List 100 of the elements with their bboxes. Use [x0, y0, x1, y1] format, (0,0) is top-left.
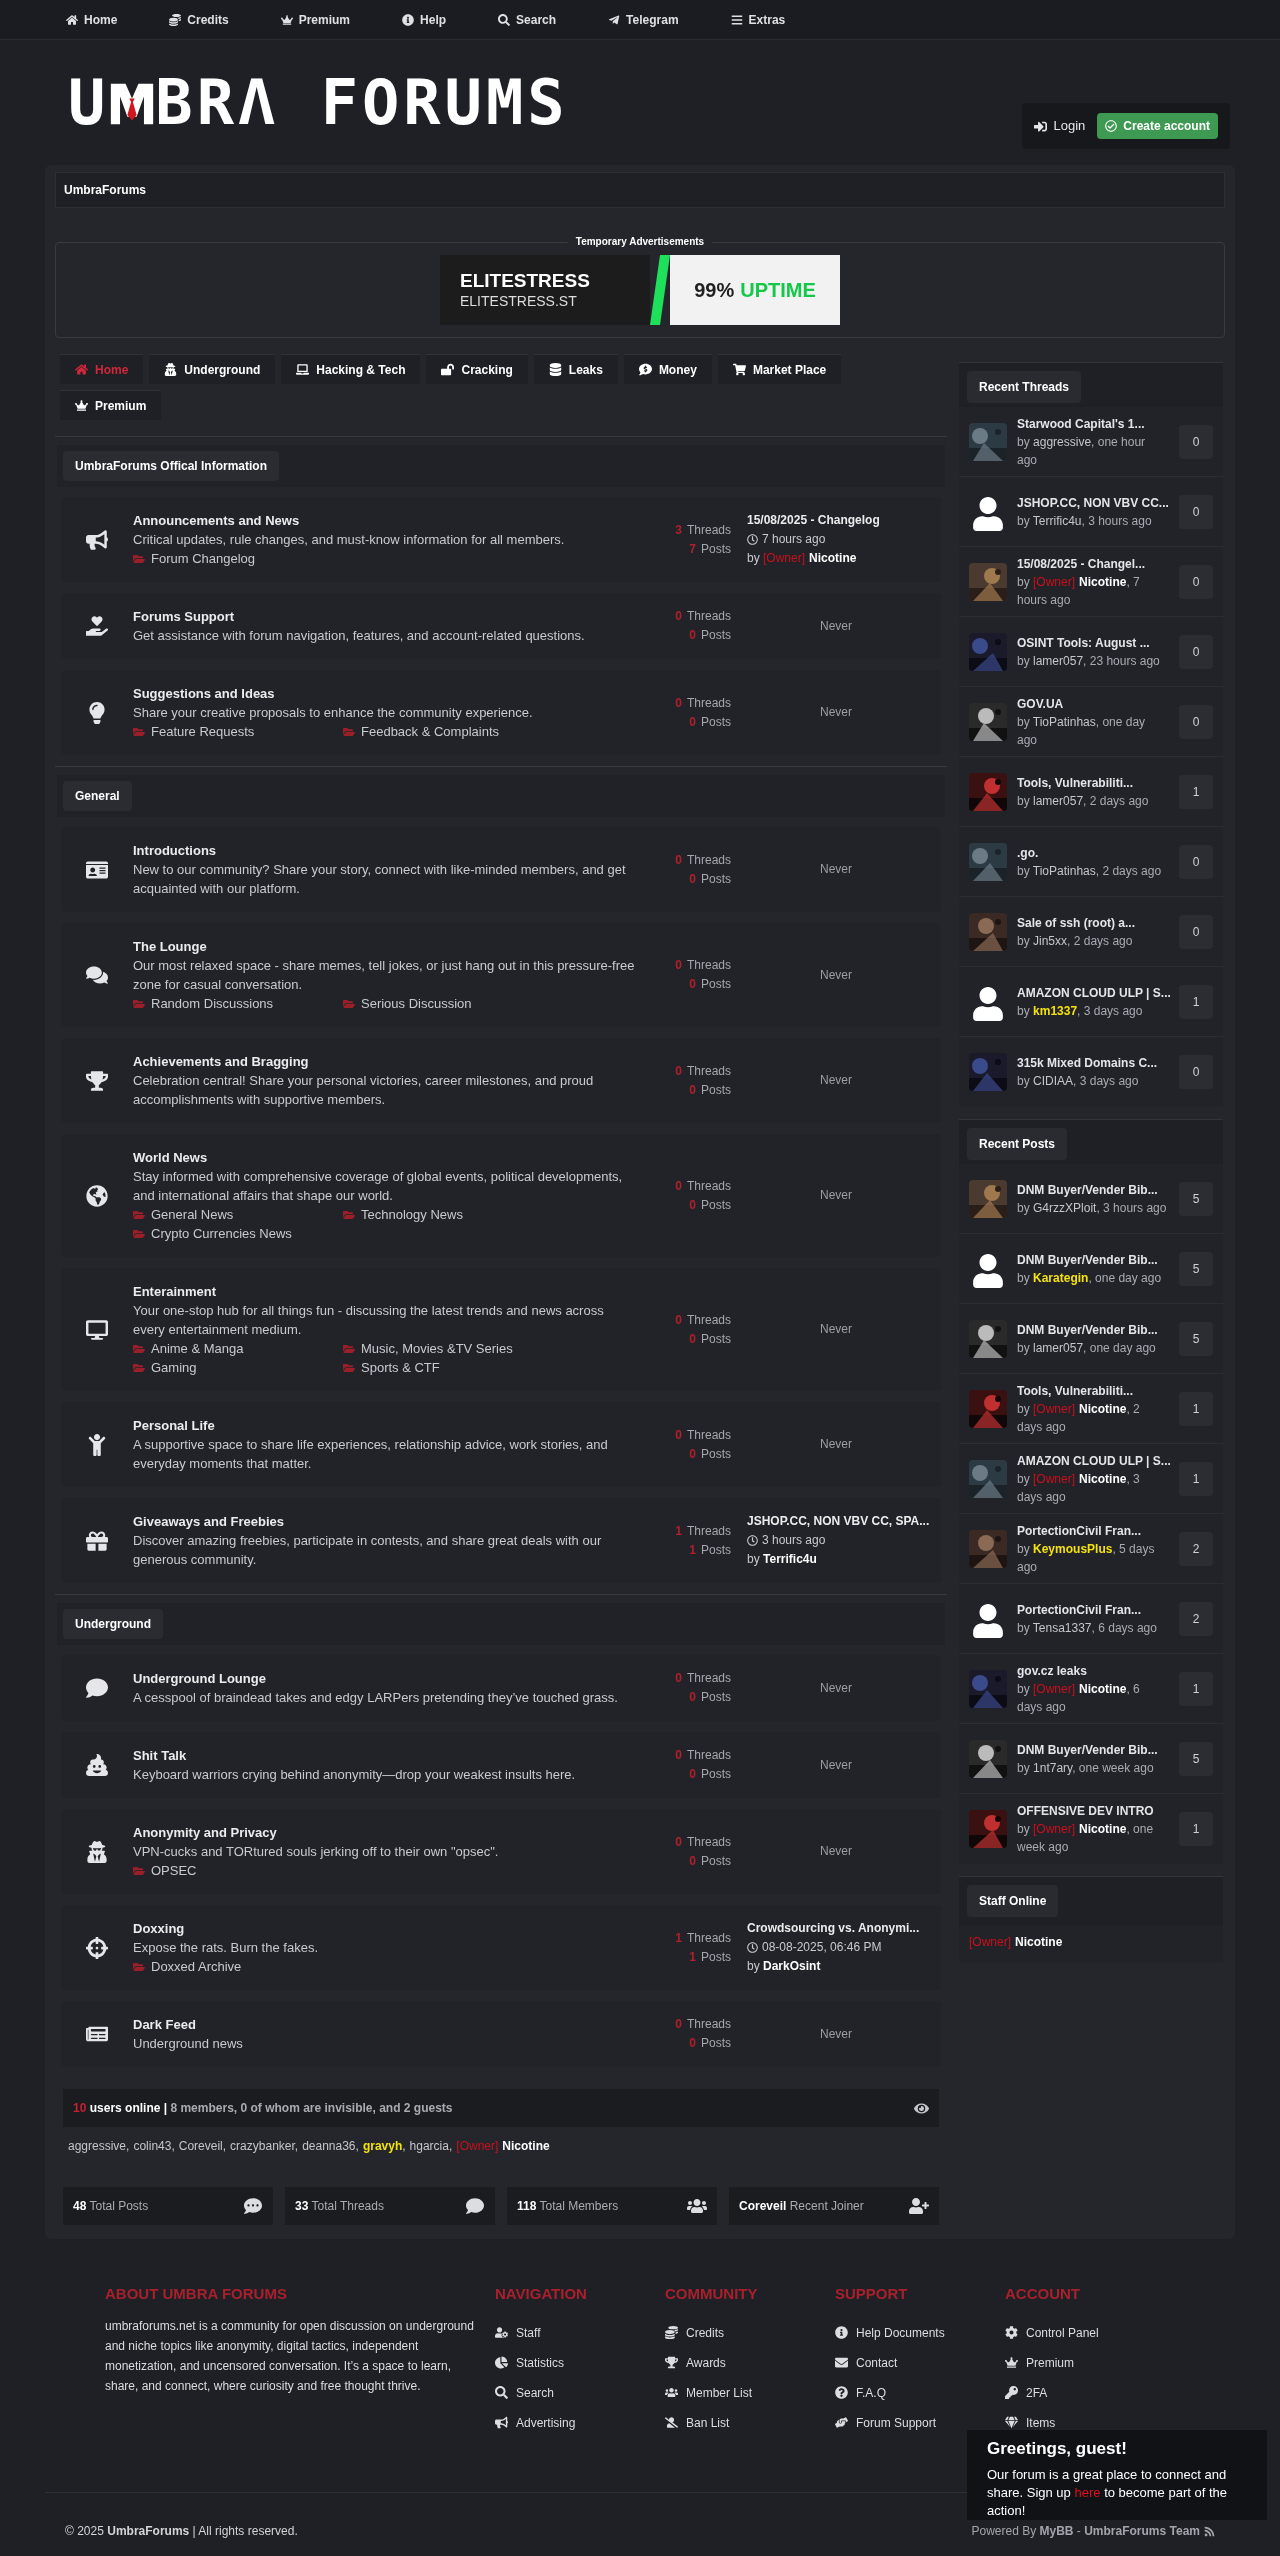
create-account-button[interactable]: Create account	[1097, 113, 1218, 139]
thread-title-link[interactable]: DNM Buyer/Vender Bib...	[1017, 1740, 1167, 1759]
username-link[interactable]: Terrific4u	[1032, 513, 1082, 528]
subforum-link[interactable]: Feature Requests	[133, 722, 343, 741]
footer-link[interactable]: Statistics	[495, 2347, 564, 2378]
breadcrumb-link[interactable]: UmbraForums	[64, 181, 146, 199]
nav-link[interactable]: Help	[402, 10, 447, 29]
forum-title-link[interactable]: The Lounge	[133, 937, 637, 956]
subforum-link[interactable]: OPSEC	[133, 1861, 343, 1880]
thread-title-link[interactable]: Starwood Capital's 1...	[1017, 414, 1167, 433]
forum-title-link[interactable]: Achievements and Bragging	[133, 1052, 637, 1071]
footer-link[interactable]: F.A.Q	[835, 2377, 886, 2408]
username-link[interactable]: deanna36	[302, 2139, 356, 2153]
username-link[interactable]: TioPatinhas	[1032, 714, 1096, 729]
username-link[interactable]: hgarcia	[409, 2139, 449, 2153]
username-link[interactable]: Tensa1337	[1032, 1620, 1092, 1635]
site-logo[interactable]: U BRΛ FORUMS	[68, 72, 569, 134]
nav-link[interactable]: Extras	[730, 10, 786, 29]
footer-link[interactable]: Premium	[1005, 2347, 1074, 2378]
username-link[interactable]: Nicotine	[502, 2139, 550, 2153]
category-tab[interactable]: Leaks	[533, 354, 618, 384]
subforum-link[interactable]: Anime & Manga	[133, 1339, 343, 1358]
subforum-link[interactable]: Serious Discussion	[343, 994, 553, 1013]
thread-title-link[interactable]: Tools, Vulnerabiliti...	[1017, 773, 1167, 792]
last-post-link[interactable]: Crowdsourcing vs. Anonymi...	[747, 1919, 941, 1938]
username-link[interactable]: Nicotine	[809, 551, 857, 565]
rss-icon[interactable]	[1204, 2525, 1215, 2537]
subforum-link[interactable]: Sports & CTF	[343, 1358, 553, 1377]
username-link[interactable]: Terrific4u	[763, 1552, 817, 1566]
footer-link[interactable]: Forum Support	[835, 2407, 937, 2438]
username-link[interactable]: Coreveil	[178, 2139, 223, 2153]
footer-link[interactable]: Contact	[835, 2347, 898, 2378]
forum-title-link[interactable]: Underground Lounge	[133, 1669, 637, 1688]
thread-title-link[interactable]: DNM Buyer/Vender Bib...	[1017, 1180, 1167, 1199]
footer-link[interactable]: 2FA	[1005, 2377, 1048, 2408]
username-link[interactable]: crazybanker	[230, 2139, 295, 2153]
nav-link[interactable]: Telegram	[608, 10, 679, 29]
forum-title-link[interactable]: Introductions	[133, 841, 637, 860]
subforum-link[interactable]: Feedback & Complaints	[343, 722, 553, 741]
category-tab[interactable]: Money	[623, 354, 712, 384]
forum-title-link[interactable]: Giveaways and Freebies	[133, 1512, 637, 1531]
subforum-link[interactable]: Random Discussions	[133, 994, 343, 1013]
subforum-link[interactable]: Doxxed Archive	[133, 1957, 343, 1976]
thread-title-link[interactable]: PortectionCivil Fran...	[1017, 1521, 1167, 1540]
username-link[interactable]: lamer057	[1033, 793, 1084, 808]
thread-title-link[interactable]: OFFENSIVE DEV INTRO	[1017, 1802, 1167, 1820]
forum-title-link[interactable]: Doxxing	[133, 1919, 637, 1938]
forum-title-link[interactable]: Shit Talk	[133, 1746, 637, 1765]
category-tab[interactable]: Underground	[149, 354, 276, 384]
nav-link[interactable]: Premium	[280, 10, 351, 29]
thread-title-link[interactable]: OSINT Tools: August ...	[1017, 633, 1167, 652]
thread-title-link[interactable]: gov.cz leaks	[1017, 1661, 1167, 1680]
last-post-link[interactable]: JSHOP.CC, NON VBV CC, SPA...	[747, 1512, 941, 1531]
username-link[interactable]: DarkOsint	[763, 1959, 821, 1973]
footer-link[interactable]: Staff	[495, 2317, 541, 2348]
footer-link[interactable]: Search	[495, 2377, 555, 2408]
footer-link[interactable]: Control Panel	[1005, 2317, 1099, 2348]
login-link[interactable]: Login	[1034, 116, 1086, 136]
subforum-link[interactable]: Gaming	[133, 1358, 343, 1377]
username-link[interactable]: aggressive	[68, 2139, 127, 2153]
nav-link[interactable]: Home	[66, 10, 118, 29]
thread-title-link[interactable]: Tools, Vulnerabiliti...	[1017, 1381, 1167, 1400]
signup-link[interactable]: here	[1074, 2485, 1101, 2500]
category-tab[interactable]: Market Place	[717, 354, 842, 384]
forum-title-link[interactable]: Personal Life	[133, 1416, 637, 1435]
category-tab[interactable]: Premium	[60, 390, 162, 420]
username-link[interactable]: TioPatinhas	[1032, 863, 1096, 878]
nav-link[interactable]: Search	[498, 10, 557, 29]
forum-title-link[interactable]: Anonymity and Privacy	[133, 1823, 637, 1842]
footer-link[interactable]: Member List	[665, 2377, 753, 2408]
category-tab[interactable]: Cracking	[426, 354, 528, 384]
thread-title-link[interactable]: Sale of ssh (root) a...	[1017, 913, 1167, 932]
footer-link[interactable]: Ban List	[665, 2407, 730, 2438]
last-post-link[interactable]: 15/08/2025 - Changelog	[747, 511, 941, 530]
username-link[interactable]: km1337	[1033, 1003, 1078, 1018]
footer-link[interactable]: Awards	[665, 2347, 726, 2378]
subforum-link[interactable]: General News	[133, 1205, 343, 1224]
thread-title-link[interactable]: .go.	[1017, 843, 1167, 862]
username-link[interactable]: lamer057	[1033, 653, 1084, 668]
subforum-link[interactable]: Crypto Currencies News	[133, 1224, 343, 1243]
thread-title-link[interactable]: JSHOP.CC, NON VBV CC...	[1017, 493, 1167, 512]
subforum-link[interactable]: Music, Movies &TV Series	[343, 1339, 553, 1358]
forum-title-link[interactable]: Announcements and News	[133, 511, 637, 530]
username-link[interactable]: Nicotine	[1015, 1935, 1063, 1949]
forum-title-link[interactable]: Forums Support	[133, 607, 637, 626]
subforum-link[interactable]: Technology News	[343, 1205, 553, 1224]
thread-title-link[interactable]: 15/08/2025 - Changel...	[1017, 554, 1167, 573]
subforum-link[interactable]: Forum Changelog	[133, 549, 343, 568]
thread-title-link[interactable]: DNM Buyer/Vender Bib...	[1017, 1320, 1167, 1339]
nav-link[interactable]: Credits	[169, 10, 229, 29]
thread-title-link[interactable]: GOV.UA	[1017, 694, 1167, 713]
footer-link[interactable]: Help Documents	[835, 2317, 945, 2348]
footer-link[interactable]: Items	[1005, 2407, 1056, 2438]
username-link[interactable]: lamer057	[1033, 1340, 1084, 1355]
footer-link[interactable]: Credits	[665, 2317, 724, 2348]
category-tab[interactable]: Hacking & Tech	[281, 354, 421, 384]
forum-title-link[interactable]: Enterainment	[133, 1282, 637, 1301]
forum-title-link[interactable]: Suggestions and Ideas	[133, 684, 637, 703]
forum-title-link[interactable]: World News	[133, 1148, 637, 1167]
thread-title-link[interactable]: PortectionCivil Fran...	[1017, 1600, 1167, 1619]
